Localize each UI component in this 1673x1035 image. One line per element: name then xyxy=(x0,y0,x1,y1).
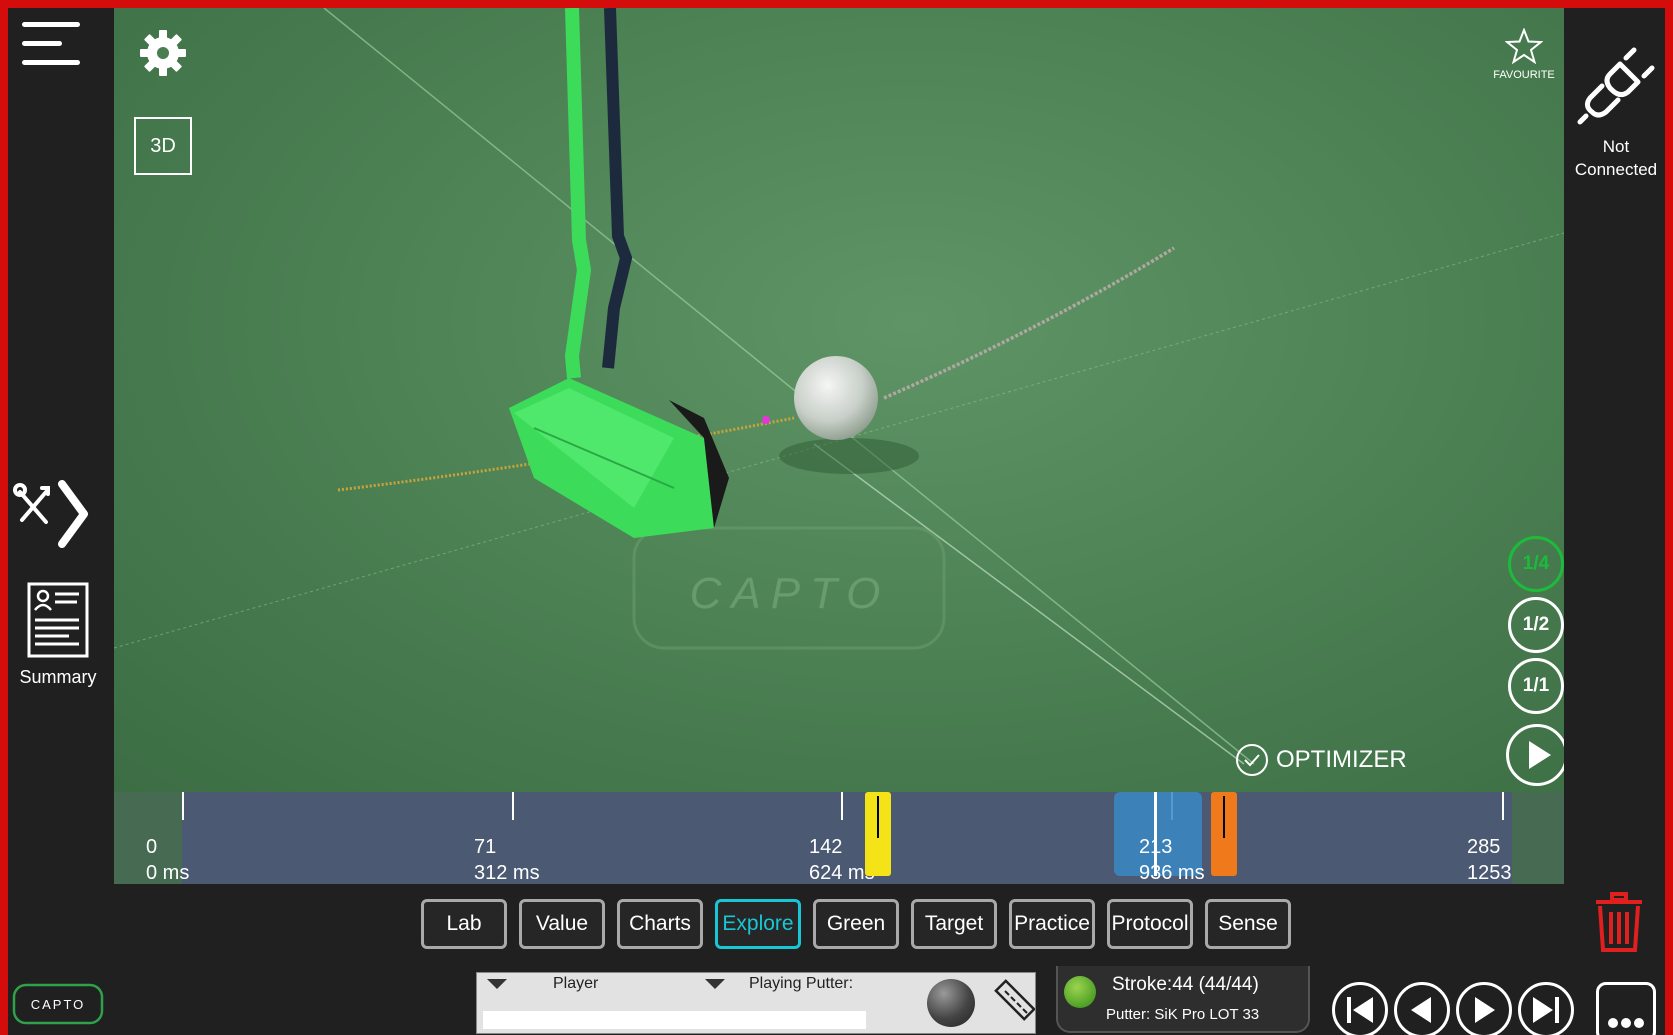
stroke-putter: Putter: SiK Pro LOT 33 xyxy=(1106,1006,1260,1023)
3d-viewport[interactable]: CAPTO 3D FAVOURITE 1/4 1/2 1/1 OPTIMIZER xyxy=(114,8,1564,792)
tools-icon xyxy=(13,480,88,548)
view-mode-3d-button[interactable]: 3D xyxy=(134,117,192,175)
timeline-tick xyxy=(1502,792,1504,820)
speed-full-button[interactable]: 1/1 xyxy=(1508,658,1564,714)
first-stroke-button[interactable] xyxy=(1332,982,1388,1035)
impact-marker[interactable] xyxy=(865,792,891,876)
svg-text:CAPTO: CAPTO xyxy=(31,997,86,1012)
timeline-tick xyxy=(182,792,184,820)
status-dot xyxy=(1064,976,1096,1008)
skip-end-icon xyxy=(1533,997,1559,1023)
trash-icon xyxy=(1596,892,1642,952)
player-field[interactable] xyxy=(483,1011,866,1029)
player-panel: Player Playing Putter: xyxy=(476,972,1036,1034)
connection-status[interactable]: Not Connected xyxy=(1568,46,1664,181)
time-label: 1253 xyxy=(1467,862,1512,884)
tab-protocol[interactable]: Protocol xyxy=(1107,899,1193,949)
speed-half-button[interactable]: 1/2 xyxy=(1508,597,1564,653)
player-label: Player xyxy=(553,975,599,992)
time-label: 936 ms xyxy=(1139,862,1205,884)
putter-head xyxy=(509,378,729,538)
player-dropdown-icon[interactable] xyxy=(487,979,507,989)
mode-tabs: Lab Value Charts Explore Green Target Pr… xyxy=(114,884,1564,966)
timeline-tick xyxy=(841,792,843,820)
optimizer-toggle[interactable]: OPTIMIZER xyxy=(1236,744,1407,776)
star-icon xyxy=(1504,27,1544,65)
bottom-bar: Player Playing Putter: Stroke:44 (44/44)… xyxy=(114,966,1665,1035)
delete-button[interactable] xyxy=(1594,892,1644,954)
golf-ball xyxy=(794,356,878,440)
timeline-scrubber[interactable]: 0 71 142 213 285 0 ms 312 ms 624 ms 936 … xyxy=(114,792,1564,884)
gear-icon xyxy=(140,30,186,76)
ruler-icon[interactable] xyxy=(987,977,1035,1029)
tab-practice[interactable]: Practice xyxy=(1009,899,1095,949)
summary-icon xyxy=(27,582,89,658)
summary-label: Summary xyxy=(19,667,97,687)
putter-dropdown-icon[interactable] xyxy=(705,979,725,989)
favourite-button[interactable]: FAVOURITE xyxy=(1484,27,1564,98)
next-stroke-button[interactable] xyxy=(1456,982,1512,1035)
tab-charts[interactable]: Charts xyxy=(617,899,703,949)
svg-text:CAPTO: CAPTO xyxy=(690,569,891,618)
summary-button[interactable]: Summary xyxy=(12,582,104,692)
ball-icon[interactable] xyxy=(927,979,975,1027)
stroke-title: Stroke:44 (44/44) xyxy=(1112,974,1259,995)
tab-green[interactable]: Green xyxy=(813,899,899,949)
right-sidebar: Not Connected xyxy=(1564,8,1665,966)
prev-icon xyxy=(1411,997,1431,1023)
capto-app: Summary CAPTO CAPTO 3D FAVOURITE 1/4 1/2… xyxy=(8,8,1665,1035)
putting-scene: CAPTO xyxy=(114,8,1564,765)
time-label: 312 ms xyxy=(474,862,540,884)
unplug-icon xyxy=(1577,47,1655,125)
play-button[interactable] xyxy=(1506,724,1564,786)
timeline-tick xyxy=(512,792,514,820)
more-options-button[interactable] xyxy=(1596,982,1656,1035)
tab-explore[interactable]: Explore xyxy=(715,899,801,949)
last-stroke-button[interactable] xyxy=(1518,982,1574,1035)
menu-icon[interactable] xyxy=(22,22,82,82)
time-label: 0 ms xyxy=(146,862,190,884)
stroke-info[interactable]: Stroke:44 (44/44) Putter: SiK Pro LOT 33 xyxy=(1056,966,1310,1033)
favourite-label: FAVOURITE xyxy=(1493,69,1555,81)
tab-lab[interactable]: Lab xyxy=(421,899,507,949)
settings-button[interactable] xyxy=(138,28,188,78)
frame-label: 71 xyxy=(474,836,497,858)
putter-label: Playing Putter: xyxy=(749,975,854,992)
tab-sense[interactable]: Sense xyxy=(1205,899,1291,949)
previous-stroke-button[interactable] xyxy=(1394,982,1450,1035)
tools-expand-button[interactable] xyxy=(12,478,100,558)
end-marker[interactable] xyxy=(1211,792,1237,876)
skip-start-icon xyxy=(1347,997,1373,1023)
capto-logo: CAPTO xyxy=(12,983,104,1025)
frame-label: 0 xyxy=(146,836,158,858)
frame-label: 142 xyxy=(809,836,843,858)
impact-dot xyxy=(762,416,770,424)
optimizer-label: OPTIMIZER xyxy=(1276,746,1407,773)
frame-label: 213 xyxy=(1139,836,1173,858)
connection-label: Not Connected xyxy=(1574,137,1658,179)
tab-target[interactable]: Target xyxy=(911,899,997,949)
check-icon xyxy=(1236,744,1268,776)
frame-label: 285 xyxy=(1467,836,1501,858)
tab-value[interactable]: Value xyxy=(519,899,605,949)
speed-quarter-button[interactable]: 1/4 xyxy=(1508,536,1564,592)
left-sidebar: Summary CAPTO xyxy=(8,8,114,1035)
more-icon xyxy=(1608,1018,1644,1028)
next-icon xyxy=(1475,997,1495,1023)
play-icon xyxy=(1529,741,1551,769)
